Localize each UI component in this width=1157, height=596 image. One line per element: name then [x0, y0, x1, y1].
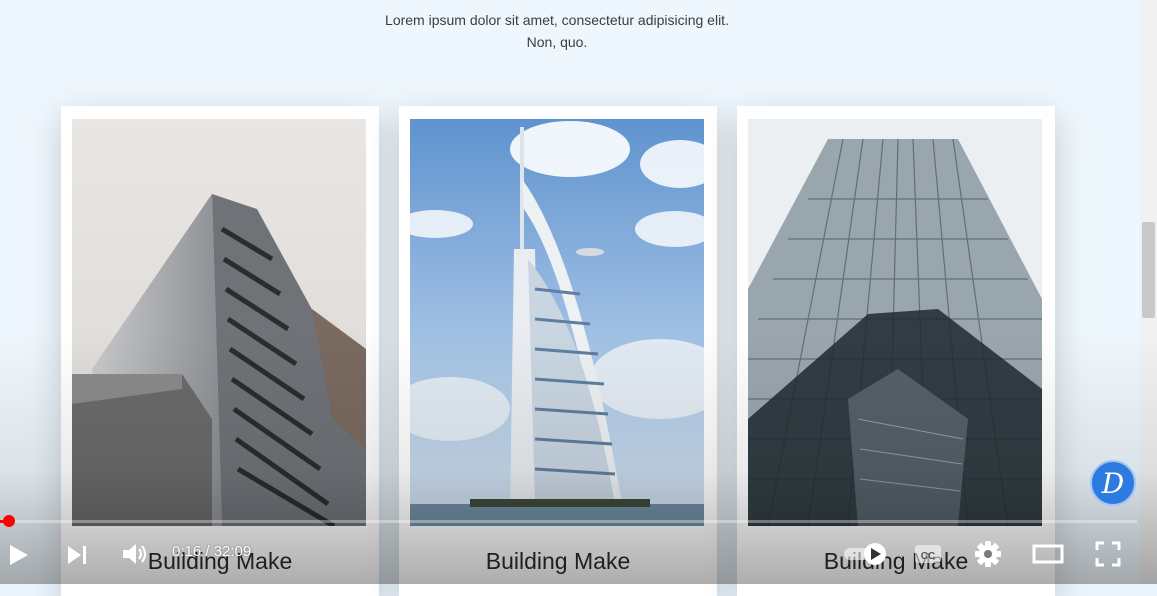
theater-mode-button[interactable] [1030, 540, 1066, 568]
card-caption: Building Make [485, 548, 631, 574]
modern-office-tower-photo [72, 119, 366, 526]
scrollbar-thumb[interactable] [1142, 222, 1155, 318]
channel-badge[interactable]: D [1090, 460, 1136, 506]
volume-button[interactable] [119, 539, 151, 569]
video-frame[interactable]: Lorem ipsum dolor sit amet, consectetur … [0, 0, 1140, 596]
glass-skyscraper-photo [748, 119, 1042, 526]
autoplay-toggle[interactable] [842, 541, 890, 567]
svg-text:CC: CC [921, 551, 935, 562]
subtitles-icon: CC [915, 545, 941, 563]
play-button[interactable] [4, 540, 34, 570]
settings-icon [975, 541, 1001, 567]
fullscreen-icon [1095, 541, 1121, 567]
progress-bar[interactable] [0, 520, 1137, 523]
next-button[interactable] [62, 540, 92, 570]
play-icon [10, 545, 28, 565]
autoplay-toggle-icon [844, 543, 886, 565]
intro-text: Lorem ipsum dolor sit amet, consectetur … [385, 12, 729, 50]
settings-button[interactable] [972, 539, 1004, 569]
card-caption: Building Make [823, 548, 969, 574]
time-display: 0:16 / 32:09 [172, 543, 252, 560]
next-icon [68, 546, 86, 564]
theater-mode-icon [1032, 544, 1064, 564]
volume-icon [123, 544, 147, 564]
burj-al-arab-photo [410, 119, 704, 526]
fullscreen-button[interactable] [1092, 539, 1124, 569]
progress-scrubber[interactable] [3, 515, 15, 527]
subtitles-button[interactable]: CC [912, 541, 944, 567]
